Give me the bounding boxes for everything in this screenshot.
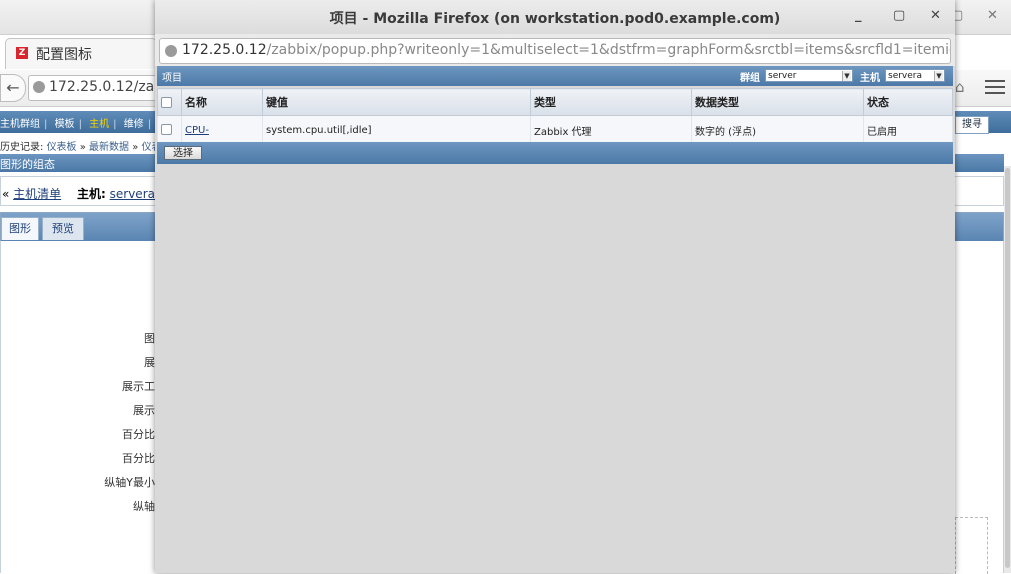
scrollbar-thumb[interactable] bbox=[1005, 168, 1010, 568]
background-window-controls: ▢ ✕ bbox=[949, 6, 1011, 28]
host-link[interactable]: servera bbox=[110, 187, 155, 201]
item-data-type: 数字的 (浮点) bbox=[691, 115, 864, 145]
tab-graph[interactable]: 图形 bbox=[1, 217, 39, 240]
minimize-icon[interactable]: _ bbox=[855, 8, 862, 23]
select-all-header bbox=[157, 88, 182, 116]
popup-header-title: 项目 bbox=[162, 73, 182, 84]
column-header-key[interactable]: 键值 bbox=[262, 88, 531, 116]
maximize-icon[interactable]: ▢ bbox=[893, 8, 905, 23]
back-arrow-icon[interactable]: ← bbox=[0, 74, 26, 102]
url-text: 172.25.0.12/za bbox=[49, 79, 155, 95]
nav-templates[interactable]: 模板 bbox=[55, 119, 75, 130]
popup-window-title: 项目 - Mozilla Firefox (on workstation.pod… bbox=[329, 11, 781, 27]
group-select[interactable]: server ▼ bbox=[765, 69, 853, 82]
item-key: system.cpu.util[,idle] bbox=[262, 115, 531, 145]
globe-icon bbox=[33, 81, 45, 93]
close-icon[interactable]: ✕ bbox=[930, 8, 941, 23]
tab-title: 配置图标 bbox=[36, 47, 92, 63]
form-label: 图 bbox=[144, 332, 155, 345]
table-header-row: 名称 键值 类型 数据类型 状态 bbox=[157, 88, 953, 116]
form-label: 纵轴 bbox=[133, 500, 155, 513]
column-header-data-type[interactable]: 数据类型 bbox=[691, 88, 864, 116]
nav-maintenance[interactable]: 维修 bbox=[124, 119, 144, 130]
item-type: Zabbix 代理 bbox=[530, 115, 692, 145]
item-status: 已启用 bbox=[863, 115, 953, 145]
url-bar[interactable]: 172.25.0.12/za bbox=[28, 75, 160, 101]
items-table: 名称 键值 类型 数据类型 状态 CPU- system.cpu.util[,i… bbox=[157, 88, 953, 145]
column-header-type[interactable]: 类型 bbox=[530, 88, 692, 116]
tab-preview[interactable]: 预览 bbox=[42, 217, 84, 240]
form-label: 纵轴Y最小 bbox=[104, 476, 155, 489]
page-scrollbar[interactable] bbox=[1004, 166, 1011, 573]
form-label: 展示 bbox=[133, 404, 155, 417]
popup-footer-bar: 选择 bbox=[157, 142, 953, 164]
item-name-link[interactable]: CPU- bbox=[185, 125, 209, 136]
group-label: 群组 bbox=[740, 73, 760, 84]
nav-hosts[interactable]: 主机 bbox=[89, 119, 109, 130]
host-label: 主机: bbox=[77, 187, 106, 201]
browser-tab[interactable]: Z 配置图标 bbox=[5, 38, 157, 69]
home-icon[interactable]: ⌂ bbox=[955, 78, 965, 96]
popup-titlebar: 项目 - Mozilla Firefox (on workstation.pod… bbox=[155, 0, 955, 34]
form-label: 百分比 bbox=[122, 428, 155, 441]
breadcrumb-label: 历史记录: bbox=[0, 142, 44, 153]
nav-host-groups[interactable]: 主机群组 bbox=[0, 119, 40, 130]
dropdown-arrow-icon: ▼ bbox=[934, 71, 943, 81]
hamburger-menu-icon[interactable] bbox=[985, 76, 1005, 98]
popup-header-bar: 项目 群组 server ▼ 主机 servera ▼ bbox=[157, 66, 953, 86]
breadcrumb-latest-data[interactable]: 最新数据 bbox=[89, 142, 129, 153]
zabbix-favicon-icon: Z bbox=[16, 47, 28, 59]
globe-icon bbox=[165, 45, 177, 57]
column-header-name[interactable]: 名称 bbox=[181, 88, 263, 116]
host-list-link[interactable]: 主机清单 bbox=[13, 187, 61, 201]
graph-preview-box bbox=[955, 517, 988, 574]
items-popup-window: 项目 - Mozilla Firefox (on workstation.pod… bbox=[155, 0, 955, 573]
popup-url-text: 172.25.0.12/zabbix/popup.php?writeonly=1… bbox=[182, 42, 951, 58]
dropdown-arrow-icon: ▼ bbox=[842, 71, 851, 81]
section-title: 图形的组态 bbox=[0, 158, 55, 171]
form-label: 展 bbox=[144, 356, 155, 369]
search-button[interactable]: 搜寻 bbox=[955, 116, 989, 134]
popup-url-bar[interactable]: 172.25.0.12/zabbix/popup.php?writeonly=1… bbox=[159, 38, 951, 64]
row-checkbox[interactable] bbox=[161, 124, 172, 136]
form-label: 百分比 bbox=[122, 452, 155, 465]
host-select[interactable]: servera ▼ bbox=[885, 69, 945, 82]
history-breadcrumb: 历史记录: 仪表板 » 最新数据 » 仪表 bbox=[0, 142, 162, 153]
select-all-checkbox[interactable] bbox=[161, 97, 172, 108]
popup-body: 项目 群组 server ▼ 主机 servera ▼ 名称 键值 类型 数据类… bbox=[155, 66, 955, 573]
host-label: 主机 bbox=[860, 73, 880, 84]
breadcrumb-dashboard[interactable]: 仪表板 bbox=[47, 142, 77, 153]
select-button[interactable]: 选择 bbox=[164, 146, 202, 160]
item-name-cell: CPU- bbox=[181, 115, 263, 145]
popup-url-row: 172.25.0.12/zabbix/popup.php?writeonly=1… bbox=[155, 34, 955, 66]
table-row: CPU- system.cpu.util[,idle] Zabbix 代理 数字… bbox=[157, 115, 953, 145]
form-label: 展示工 bbox=[122, 380, 155, 393]
row-checkbox-cell bbox=[157, 115, 182, 145]
close-icon[interactable]: ✕ bbox=[987, 8, 998, 23]
column-header-status[interactable]: 状态 bbox=[863, 88, 953, 116]
